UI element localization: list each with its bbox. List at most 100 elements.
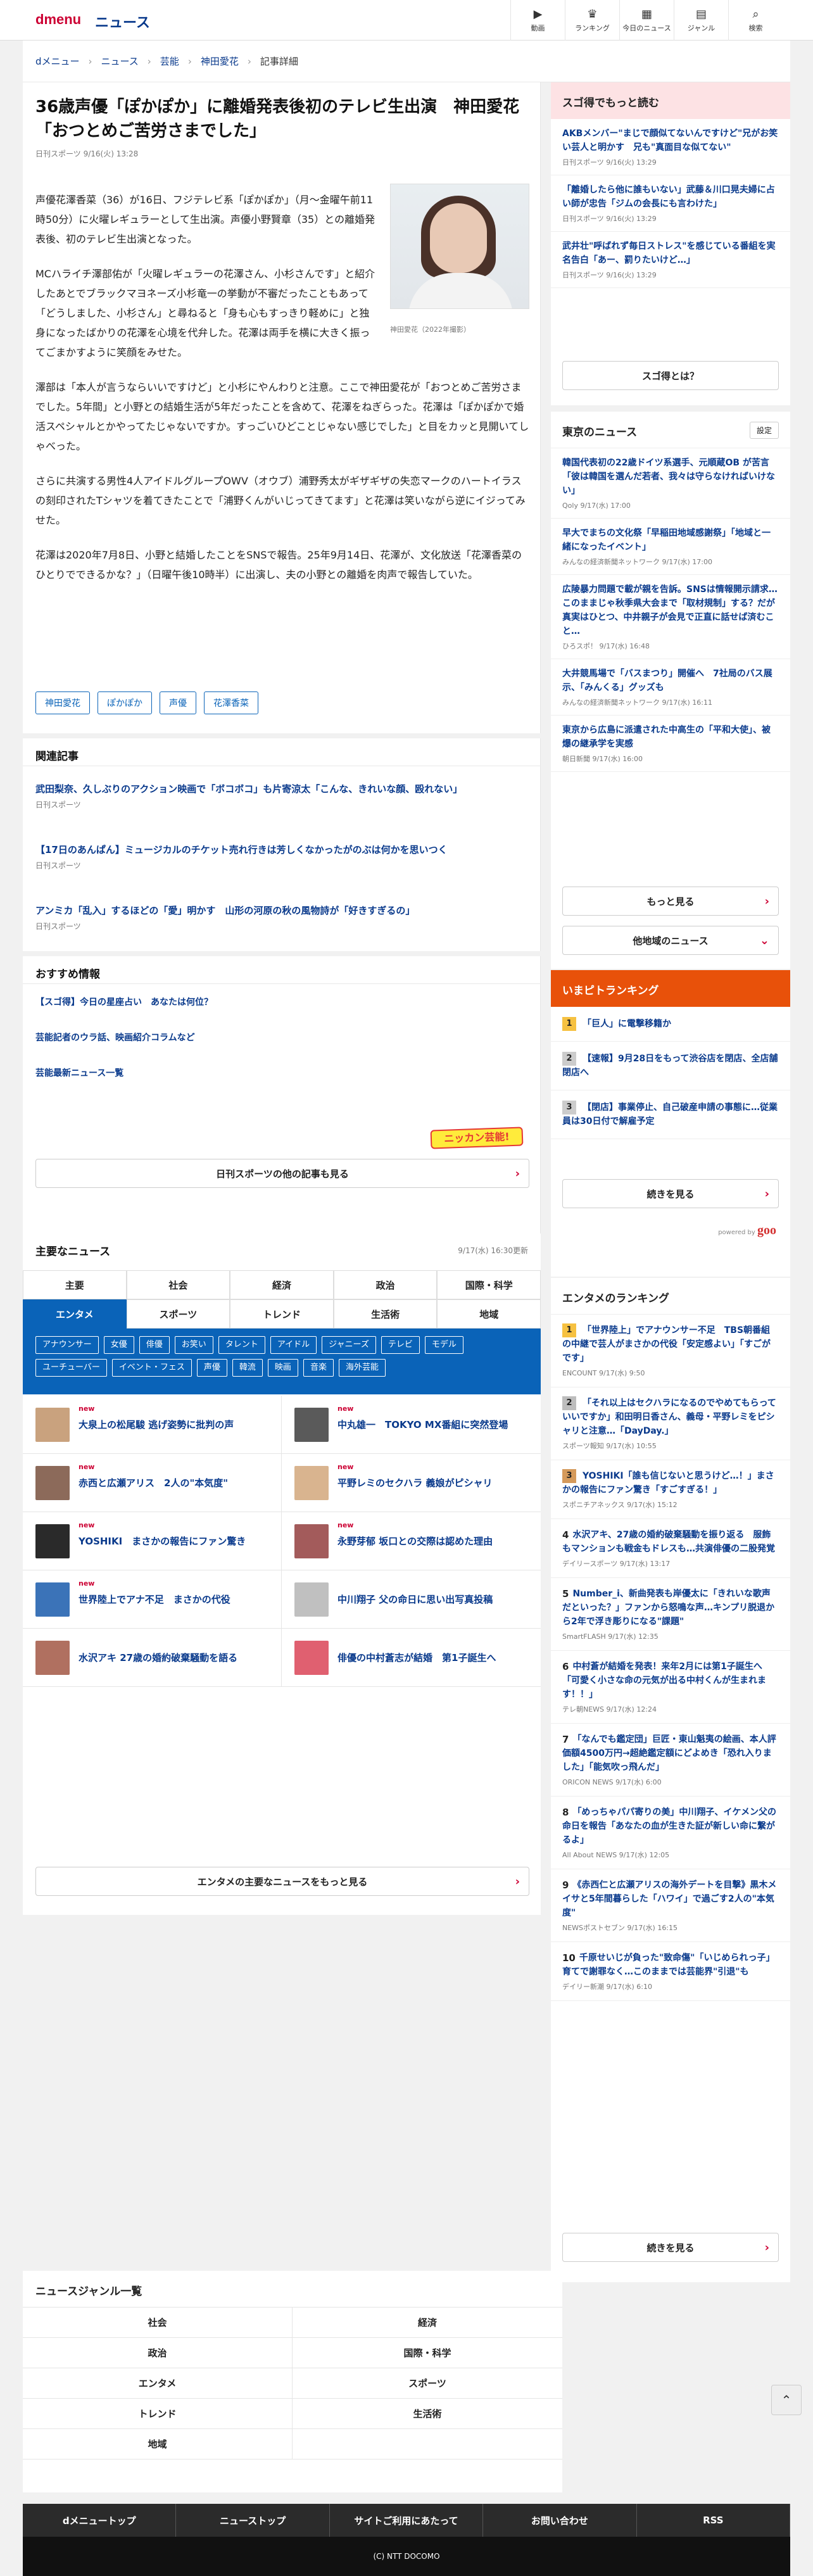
item-title[interactable]: 5 Number_i、新曲発表も岸優太に「きれいな歌声だといった？」ファンから怒鳴… [562, 1587, 779, 1629]
rank-title[interactable]: Number_i、新曲発表も岸優太に「きれいな歌声だといった？」ファンから怒鳴な… [562, 1589, 774, 1627]
tab-8[interactable]: 生活術 [333, 1299, 438, 1329]
news-title[interactable]: YOSHIKI まさかの報告にファン驚き [79, 1534, 246, 1548]
nikkan-logo[interactable]: ニッカン芸能! [430, 1127, 524, 1149]
settings-button[interactable]: 設定 [749, 422, 779, 439]
entame-rank-item[interactable]: 3 YOSHIKI「誰も信じないと思うけど…！」まさかの報告にファン驚き「すごすぎ… [551, 1460, 790, 1519]
item-title[interactable]: 韓国代表初の22歳ドイツ系選手、元順蔵OB が苦言「彼は韓国を選んだ若者、我々は… [562, 456, 779, 498]
pickup-item[interactable]: 2 【速報】9月28日をもって渋谷店を閉店、全店舗閉店へ [551, 1042, 790, 1090]
rank-title[interactable]: YOSHIKI「誰も信じないと思うけど…！」まさかの報告にファン驚き「すごすぎる… [562, 1471, 774, 1495]
rank-title[interactable]: 「巨人」に電撃移籍か [583, 1019, 671, 1029]
tag-link[interactable]: 声優 [160, 691, 196, 714]
entame-rank-item[interactable]: 10 千原せいじが負った"致命傷"「いじめられっ子」育てで謝罪なく…このままでは芸… [551, 1942, 790, 2001]
scroll-top-button[interactable]: ⌃ [771, 2385, 802, 2415]
footer-link[interactable]: お問い合わせ [483, 2504, 637, 2537]
related-title[interactable]: 武田梨奈、久しぶりのアクション映画で「ボコボコ」も片寄涼太「こんな、きれいな顔、… [35, 781, 529, 797]
nav-item[interactable]: ⌕ 検索 [728, 0, 783, 41]
subgenre-tag[interactable]: ユーチューバー [35, 1359, 107, 1377]
subgenre-tag[interactable]: テレビ [381, 1336, 420, 1354]
subgenre-tag[interactable]: タレント [218, 1336, 265, 1354]
tokyo-more-button[interactable]: もっと見る › [562, 887, 779, 916]
news-title[interactable]: 平野レミのセクハラ 義娘がピシャリ [337, 1476, 492, 1490]
subgenre-tag[interactable]: アナウンサー [35, 1336, 99, 1354]
footer-link[interactable]: RSS [637, 2504, 791, 2537]
related-title[interactable]: 【17日のあんぱん】ミュージカルのチケット売れ行きは芳しくなかったがのぶは何かを… [35, 842, 529, 857]
site-title[interactable]: ニュース [95, 11, 150, 32]
news-item[interactable]: new 中丸雄一 TOKYO MX番組に突然登場 [282, 1396, 541, 1454]
tag-link[interactable]: ぽかぽか [98, 691, 152, 714]
dmenu-logo[interactable]: dmenu [35, 11, 81, 28]
subgenre-tag[interactable]: モデル [424, 1336, 463, 1354]
subgenre-tag[interactable]: 声優 [196, 1359, 227, 1377]
recommend-link[interactable]: 芸能記者のウラ話、映画紹介コラムなど [35, 1031, 195, 1044]
tab-7[interactable]: トレンド [230, 1299, 334, 1329]
news-item[interactable]: new YOSHIKI まさかの報告にファン驚き [23, 1512, 282, 1570]
tab-0[interactable]: 主要 [23, 1270, 127, 1299]
entame-rank-item[interactable]: 7 「なんでも鑑定団」巨匠・東山魁夷の絵画、本人評価額4500万円→超絶鑑定額にど… [551, 1724, 790, 1796]
tag-link[interactable]: 神田愛花 [35, 691, 90, 714]
nav-item[interactable]: ▦ 今日のニュース [619, 0, 674, 41]
genre-link[interactable]: 生活術 [293, 2399, 562, 2429]
subgenre-tag[interactable]: 女優 [103, 1336, 134, 1354]
rank-title[interactable]: 千原せいじが負った"致命傷"「いじめられっ子」育てで謝罪なく…このままでは芸能界… [562, 1953, 774, 1977]
entame-rank-item[interactable]: 9 《赤西仁と広瀬アリスの海外デートを目撃》黒木メイサと5年間暮らした「ハワイ」で… [551, 1869, 790, 1942]
item-title[interactable]: 広陵暴力問題で載が親を告訴。SNSは情報開示請求…このままじゃ秋季県大会まで「取… [562, 583, 779, 638]
tab-1[interactable]: 社会 [126, 1270, 230, 1299]
item-title[interactable]: 武井壮"呼ばれず毎日ストレス"を感じている番組を実名告白「あー、罰りたいけど…」 [562, 239, 779, 267]
entame-rank-more-button[interactable]: 続きを見る › [562, 2233, 779, 2262]
rank-title[interactable]: 「なんでも鑑定団」巨匠・東山魁夷の絵画、本人評価額4500万円→超絶鑑定額にどよ… [562, 1734, 776, 1772]
item-title[interactable]: 10 千原せいじが負った"致命傷"「いじめられっ子」育てで謝罪なく…このままでは芸… [562, 1951, 779, 1979]
tokyo-news-item[interactable]: 東京から広島に派遣された中高生の「平和大使」、被爆の継承学を実感 朝日新聞 9/1… [551, 716, 790, 772]
entame-rank-item[interactable]: 6 中村蒼が結婚を発表！来年2月には第1子誕生へ「可愛く小さな命の元気が出る中村く… [551, 1651, 790, 1724]
item-title[interactable]: 早大でまちの文化祭「早稲田地域感謝祭」「地域と一緒になったイベント」 [562, 526, 779, 554]
item-title[interactable]: 2 【速報】9月28日をもって渋谷店を閉店、全店舗閉店へ [562, 1052, 779, 1080]
genre-link[interactable]: 国際・科学 [293, 2338, 562, 2368]
item-title[interactable]: 7 「なんでも鑑定団」巨匠・東山魁夷の絵画、本人評価額4500万円→超絶鑑定額にど… [562, 1733, 779, 1774]
news-title[interactable]: 大泉上の松尾駿 逃げ姿勢に批判の声 [79, 1418, 234, 1432]
sugotoku-item[interactable]: 武井壮"呼ばれず毎日ストレス"を感じている番組を実名告白「あー、罰りたいけど…」… [551, 232, 790, 288]
subgenre-tag[interactable]: 海外芸能 [338, 1359, 386, 1377]
footer-link[interactable]: dメニュートップ [23, 2504, 177, 2537]
sugotoku-item[interactable]: AKBメンバー"まじで顔似てないんですけど"兄がお笑い芸人と明かす 兄も"真面目… [551, 119, 790, 175]
subgenre-tag[interactable]: ジャニーズ [322, 1336, 376, 1354]
news-item[interactable]: new 大泉上の松尾駿 逃げ姿勢に批判の声 [23, 1396, 282, 1454]
news-title[interactable]: 水沢アキ 27歳の婚約破棄騒動を語る [79, 1651, 237, 1665]
news-item[interactable]: new 世界陸上でアナ不足 まさかの代役 [23, 1570, 282, 1629]
pickup-item[interactable]: 1 「巨人」に電撃移籍か [551, 1007, 790, 1042]
tag-link[interactable]: 花澤香菜 [204, 691, 258, 714]
footer-link[interactable]: ニューストップ [176, 2504, 330, 2537]
tab-4[interactable]: 国際・科学 [437, 1270, 541, 1299]
item-title[interactable]: AKBメンバー"まじで顔似てないんですけど"兄がお笑い芸人と明かす 兄も"真面目… [562, 127, 779, 155]
news-title[interactable]: 赤西と広瀬アリス 2人の"本気度" [79, 1476, 228, 1490]
rank-title[interactable]: 「世界陸上」でアナウンサー不足 TBS朝番組の中継で芸人がまさかの代役「安定感よ… [562, 1325, 771, 1363]
tokyo-news-item[interactable]: 韓国代表初の22歳ドイツ系選手、元順蔵OB が苦言「彼は韓国を選んだ若者、我々は… [551, 448, 790, 519]
rank-title[interactable]: 【速報】9月28日をもって渋谷店を閉店、全店舗閉店へ [562, 1054, 778, 1078]
tab-2[interactable]: 経済 [230, 1270, 334, 1299]
rank-title[interactable]: 中村蒼が結婚を発表！来年2月には第1子誕生へ「可愛く小さな命の元気が出る中村くん… [562, 1662, 766, 1700]
tokyo-news-item[interactable]: 早大でまちの文化祭「早稲田地域感謝祭」「地域と一緒になったイベント」 みんなの経済… [551, 519, 790, 575]
subgenre-tag[interactable]: 韓流 [232, 1359, 263, 1377]
nav-item[interactable]: ♛ ランキング [565, 0, 619, 41]
subgenre-tag[interactable]: 俳優 [139, 1336, 170, 1354]
tokyo-news-item[interactable]: 大井競馬場で「バスまつり」開催へ 7社局のバス展示、「みんくる」グッズも みんなの… [551, 659, 790, 716]
item-title[interactable]: 1 「巨人」に電撃移籍か [562, 1017, 779, 1031]
tab-3[interactable]: 政治 [333, 1270, 438, 1299]
news-title[interactable]: 俳優の中村蒼志が結婚 第1子誕生へ [337, 1651, 496, 1665]
genre-link[interactable]: 政治 [23, 2338, 293, 2368]
news-item[interactable]: 水沢アキ 27歳の婚約破棄騒動を語る [23, 1629, 282, 1687]
tab-5[interactable]: エンタメ [23, 1299, 127, 1329]
tab-9[interactable]: 地域 [437, 1299, 541, 1329]
item-title[interactable]: 大井競馬場で「バスまつり」開催へ 7社局のバス展示、「みんくる」グッズも [562, 667, 779, 695]
item-title[interactable]: 3 YOSHIKI「誰も信じないと思うけど…！」まさかの報告にファン驚き「すごすぎ… [562, 1469, 779, 1497]
genre-link[interactable]: 社会 [23, 2308, 293, 2338]
sugotoku-item[interactable]: 「離婚したら他に誰もいない」武藤＆川口晃夫婦に占い師が忠告「ジムの会長にも言わけ… [551, 175, 790, 232]
genre-link[interactable]: エンタメ [23, 2368, 293, 2399]
other-region-button[interactable]: 他地域のニュース ⌄ [562, 926, 779, 955]
news-item[interactable]: new 赤西と広瀬アリス 2人の"本気度" [23, 1454, 282, 1512]
news-item[interactable]: new 平野レミのセクハラ 義娘がピシャリ [282, 1454, 541, 1512]
entame-more-button[interactable]: エンタメの主要なニュースをもっと見る › [35, 1867, 529, 1896]
sugotoku-about-button[interactable]: スゴ得とは？ [562, 361, 779, 390]
related-article[interactable]: 武田梨奈、久しぶりのアクション映画で「ボコボコ」も片寄涼太「こんな、きれいな顔、… [35, 781, 529, 810]
item-title[interactable]: 「離婚したら他に誰もいない」武藤＆川口晃夫婦に占い師が忠告「ジムの会長にも言わけ… [562, 183, 779, 211]
item-title[interactable]: 6 中村蒼が結婚を発表！来年2月には第1子誕生へ「可愛く小さな命の元気が出る中村く… [562, 1660, 779, 1702]
news-title[interactable]: 中川翔子 父の命日に思い出写真投稿 [337, 1593, 493, 1607]
